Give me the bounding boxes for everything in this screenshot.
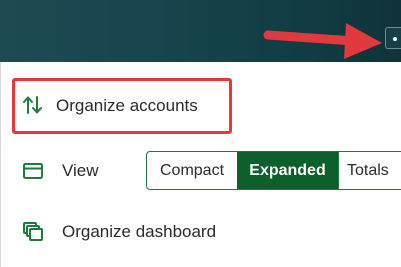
stacked-windows-icon (23, 222, 43, 241)
organize-accounts-label: Organize accounts (56, 96, 198, 115)
organize-dashboard-item[interactable]: Organize dashboard (22, 221, 216, 243)
annotation-arrow (263, 23, 382, 59)
more-dots-icon (393, 37, 397, 41)
more-options-button[interactable] (385, 27, 401, 49)
organize-dashboard-label: Organize dashboard (62, 222, 217, 241)
view-option-compact[interactable]: Compact (147, 152, 237, 189)
view-option-expanded[interactable]: Expanded (237, 152, 338, 189)
window-icon (23, 163, 43, 179)
view-option-totals[interactable]: Totals (338, 152, 401, 189)
organize-accounts-item[interactable]: Organize accounts (22, 96, 198, 116)
view-label: View (62, 161, 99, 180)
view-item: View (22, 160, 99, 182)
view-mode-toggle: Compact Expanded Totals (146, 151, 401, 190)
sort-arrows-icon (23, 96, 42, 114)
menu-border (0, 62, 1, 267)
